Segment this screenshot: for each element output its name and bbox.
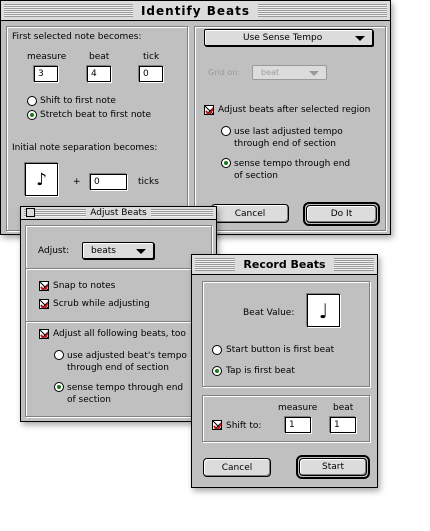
tick-header: tick bbox=[143, 52, 160, 62]
adjust-mode-popup[interactable]: beats bbox=[82, 242, 154, 259]
tap-first-beat-label: Tap is first beat bbox=[226, 366, 295, 376]
shift-to-first-note-radio[interactable] bbox=[27, 96, 37, 106]
snap-to-notes-checkbox[interactable] bbox=[39, 281, 49, 291]
start-button-first-beat-label: Start button is first beat bbox=[226, 345, 335, 355]
do-it-button-frame: Do It bbox=[303, 202, 380, 226]
start-button-first-beat-radio[interactable] bbox=[212, 345, 222, 355]
adjust-following-checkbox[interactable] bbox=[39, 329, 49, 339]
stretch-beat-radio[interactable] bbox=[27, 110, 37, 120]
adjusted-beat-tempo-radio[interactable] bbox=[54, 350, 64, 360]
record-cancel-button[interactable]: Cancel bbox=[203, 458, 271, 477]
adjust-following-label: Adjust all following beats, too bbox=[53, 329, 186, 339]
quarter-note-icon[interactable]: ♩ bbox=[307, 294, 340, 327]
adjusted-beat-tempo-label: use adjusted beat's tempo through end of… bbox=[67, 351, 187, 373]
chevron-down-icon bbox=[355, 35, 365, 41]
window-title: Record Beats bbox=[235, 258, 334, 271]
grid-value: beat bbox=[261, 68, 280, 77]
grid-label: Grid on: bbox=[208, 68, 240, 77]
identify-beats-window: Identify Beats First selected note becom… bbox=[0, 0, 391, 235]
start-button[interactable]: Start bbox=[299, 458, 367, 476]
snap-to-notes-label: Snap to notes bbox=[53, 281, 116, 291]
tempo-mode-popup[interactable]: Use Sense Tempo bbox=[204, 29, 373, 46]
adjust-beats-window: Adjust Beats Adjust: beats Snap to notes… bbox=[20, 206, 217, 422]
window-title: Identify Beats bbox=[132, 3, 259, 18]
start-button-frame: Start bbox=[296, 455, 370, 479]
adjust-beats-titlebar[interactable]: Adjust Beats bbox=[21, 207, 216, 220]
adjust-after-label: Adjust beats after selected region bbox=[218, 105, 371, 115]
scrub-label: Scrub while adjusting bbox=[53, 299, 150, 309]
sense-tempo-label: sense tempo through end of section bbox=[234, 159, 351, 181]
adjust-sense-tempo-radio[interactable] bbox=[54, 382, 64, 392]
grid-popup: beat bbox=[252, 65, 327, 80]
chevron-down-icon bbox=[136, 248, 146, 254]
shift-to-label: Shift to: bbox=[226, 421, 262, 431]
record-beats-window: Record Beats Beat Value: ♩ Start button … bbox=[191, 254, 378, 488]
beat-header: beat bbox=[89, 52, 110, 62]
identify-cancel-button[interactable]: Cancel bbox=[211, 204, 289, 223]
measure-header: measure bbox=[27, 52, 67, 62]
beat-value-label: Beat Value: bbox=[243, 308, 295, 318]
sense-tempo-radio[interactable] bbox=[221, 158, 231, 168]
record-measure-field[interactable]: 1 bbox=[285, 417, 311, 433]
adjust-mode-value: beats bbox=[91, 245, 116, 256]
adjust-after-checkbox[interactable] bbox=[204, 105, 214, 115]
record-beats-titlebar[interactable]: Record Beats bbox=[192, 255, 377, 275]
plus-sign: + bbox=[73, 177, 81, 187]
last-adjusted-tempo-label: use last adjusted tempo through end of s… bbox=[234, 127, 343, 149]
adjust-sense-tempo-label: sense tempo through end of section bbox=[67, 383, 184, 405]
chevron-down-icon bbox=[309, 70, 319, 76]
first-note-label: First selected note becomes: bbox=[12, 32, 142, 42]
separation-label: Initial note separation becomes: bbox=[12, 143, 158, 153]
tap-first-beat-radio[interactable] bbox=[212, 366, 222, 376]
window-title: Adjust Beats bbox=[86, 208, 151, 218]
record-measure-header: measure bbox=[278, 403, 318, 413]
last-adjusted-tempo-radio[interactable] bbox=[221, 126, 231, 136]
beat-field[interactable]: 4 bbox=[87, 66, 111, 82]
record-beat-field[interactable]: 1 bbox=[330, 417, 356, 433]
do-it-button[interactable]: Do It bbox=[306, 205, 377, 223]
adjust-divider-2 bbox=[25, 321, 212, 322]
eighth-note-icon[interactable]: ♪ bbox=[25, 163, 58, 196]
identify-beats-titlebar[interactable]: Identify Beats bbox=[1, 1, 390, 21]
measure-field[interactable]: 3 bbox=[34, 66, 58, 82]
record-beat-header: beat bbox=[333, 403, 354, 413]
shift-to-first-note-label: Shift to first note bbox=[40, 96, 116, 106]
ticks-label: ticks bbox=[138, 177, 159, 187]
tick-field[interactable]: 0 bbox=[139, 66, 163, 82]
tempo-mode-value: Use Sense Tempo bbox=[243, 32, 323, 43]
close-box-icon[interactable] bbox=[26, 208, 35, 217]
ticks-field[interactable]: 0 bbox=[90, 174, 127, 190]
adjust-divider-1 bbox=[25, 268, 212, 269]
shift-to-checkbox[interactable] bbox=[212, 420, 222, 430]
scrub-checkbox[interactable] bbox=[39, 299, 49, 309]
stretch-beat-label: Stretch beat to first note bbox=[40, 110, 152, 120]
adjust-label: Adjust: bbox=[38, 246, 70, 256]
